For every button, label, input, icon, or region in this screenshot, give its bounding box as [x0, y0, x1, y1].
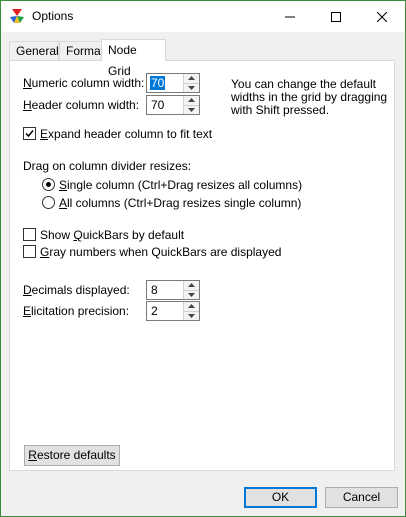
spin-up-button[interactable] — [184, 302, 199, 311]
numeric-width-value[interactable]: 70 — [150, 76, 166, 90]
arrow-up-icon — [188, 76, 195, 80]
radio-single-column-label[interactable]: Single column (Ctrl+Drag resizes all col… — [59, 178, 302, 192]
options-window: Options General Format Node Grid Numeric… — [0, 0, 406, 517]
close-button[interactable] — [359, 1, 405, 32]
numeric-width-spinner[interactable]: 70 — [146, 73, 200, 93]
spinner-arrows[interactable] — [183, 96, 199, 114]
arrow-down-icon — [188, 86, 195, 90]
spinner-arrows[interactable] — [183, 281, 199, 299]
decimals-label: Decimals displayed: — [23, 283, 130, 297]
header-width-spinner[interactable]: 70 — [146, 95, 200, 115]
spin-up-button[interactable] — [184, 281, 199, 290]
spin-down-button[interactable] — [184, 105, 199, 114]
gray-numbers-checkbox[interactable] — [23, 245, 36, 258]
arrow-down-icon — [188, 314, 195, 318]
arrow-down-icon — [188, 108, 195, 112]
tab-label: General — [16, 44, 59, 58]
show-quickbars-label[interactable]: Show QuickBars by default — [40, 228, 184, 242]
tab-label: Format — [66, 44, 105, 58]
app-color-icon — [10, 9, 24, 23]
elicitation-value[interactable]: 2 — [150, 304, 159, 318]
header-width-value[interactable]: 70 — [150, 98, 165, 112]
spinner-arrows[interactable] — [183, 302, 199, 320]
decimals-value[interactable]: 8 — [150, 283, 159, 297]
radio-all-columns[interactable] — [42, 196, 55, 209]
minimize-icon — [285, 16, 295, 18]
arrow-up-icon — [188, 98, 195, 102]
restore-defaults-button[interactable]: Restore defaults — [24, 445, 120, 466]
ok-button[interactable]: OK — [244, 487, 317, 508]
elicitation-label: Elicitation precision: — [23, 304, 130, 318]
decimals-spinner[interactable]: 8 — [146, 280, 200, 300]
spin-up-button[interactable] — [184, 96, 199, 105]
spin-up-button[interactable] — [184, 74, 199, 83]
arrow-up-icon — [188, 283, 195, 287]
tab-format[interactable]: Format — [59, 41, 105, 60]
close-icon — [376, 11, 388, 23]
spin-down-button[interactable] — [184, 311, 199, 320]
header-width-label: Header column width: — [23, 98, 140, 112]
spin-down-button[interactable] — [184, 290, 199, 299]
tab-general[interactable]: General — [9, 41, 59, 60]
maximize-button[interactable] — [313, 1, 359, 32]
title-bar[interactable]: Options — [1, 1, 405, 32]
hint-line: with Shift pressed. — [231, 103, 330, 117]
width-hint-text: You can change the default widths in the… — [231, 78, 387, 117]
expand-header-label[interactable]: Expand header column to fit text — [40, 127, 212, 141]
maximize-icon — [331, 11, 341, 22]
window-title: Options — [32, 9, 74, 23]
checkmark-icon — [25, 130, 34, 138]
minimize-button[interactable] — [267, 1, 313, 32]
radio-single-column[interactable] — [42, 178, 55, 191]
arrow-down-icon — [188, 293, 195, 297]
arrow-up-icon — [188, 304, 195, 308]
show-quickbars-checkbox[interactable] — [23, 228, 36, 241]
radio-all-columns-label[interactable]: All columns (Ctrl+Drag resizes single co… — [59, 196, 301, 210]
node-grid-panel: Numeric column width: 70 Header column w… — [9, 60, 395, 471]
tab-node-grid[interactable]: Node Grid — [101, 39, 166, 78]
spin-down-button[interactable] — [184, 83, 199, 92]
radio-selected-dot — [46, 182, 51, 187]
cancel-button[interactable]: Cancel — [325, 487, 398, 508]
drag-divider-heading: Drag on column divider resizes: — [23, 159, 192, 173]
spinner-arrows[interactable] — [183, 74, 199, 92]
gray-numbers-label[interactable]: Gray numbers when QuickBars are displaye… — [40, 245, 281, 259]
elicitation-spinner[interactable]: 2 — [146, 301, 200, 321]
expand-header-checkbox[interactable] — [23, 127, 36, 140]
